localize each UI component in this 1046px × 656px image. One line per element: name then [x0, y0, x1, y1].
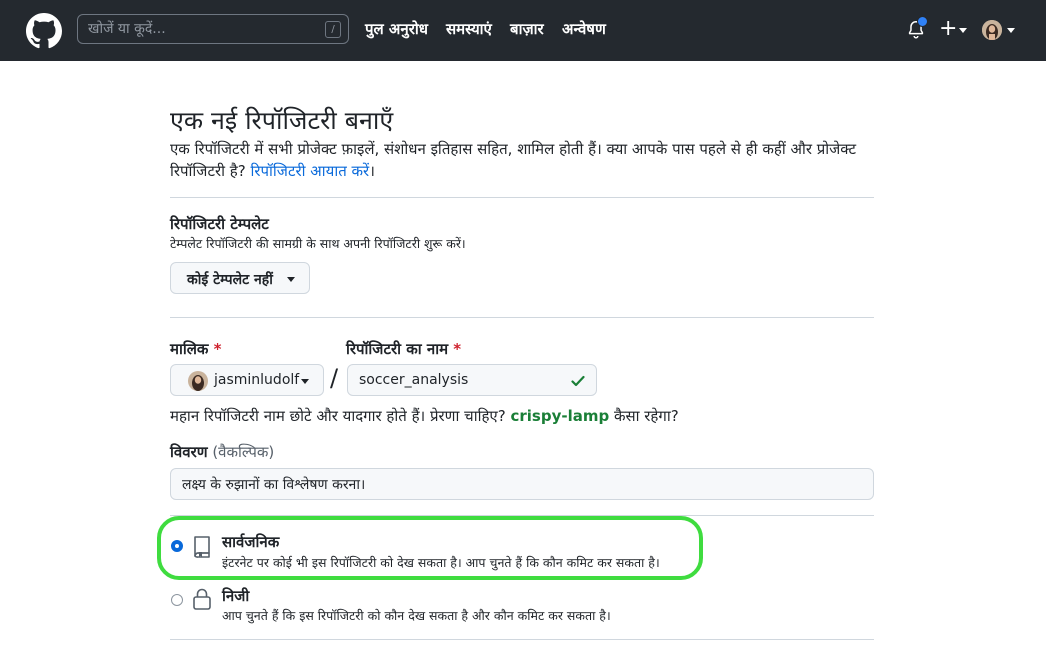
- suggestion-text: महान रिपॉजिटरी नाम छोटे और यादगार होते ह…: [170, 407, 506, 425]
- template-select-button[interactable]: कोई टेम्पलेट नहीं: [170, 262, 310, 294]
- description-input[interactable]: [182, 469, 862, 499]
- owner-select-button[interactable]: jasminludolf: [170, 364, 324, 396]
- user-menu-caret-icon[interactable]: [1007, 28, 1015, 33]
- page-title: एक नई रिपॉजिटरी बनाएँ: [170, 106, 394, 135]
- description-label-text: विवरण: [170, 443, 208, 461]
- owner-label-text: मालिक: [170, 340, 209, 358]
- create-new-caret-icon[interactable]: [959, 28, 967, 33]
- required-mark: *: [453, 340, 462, 358]
- private-description: आप चुनते हैं कि इस रिपॉजिटरी को कौन देख …: [222, 608, 611, 623]
- suggested-name-link[interactable]: crispy-lamp: [510, 407, 609, 425]
- nav-marketplace[interactable]: बाज़ार: [510, 19, 544, 39]
- visibility-private-radio[interactable]: [171, 594, 183, 606]
- private-title: निजी: [222, 587, 250, 605]
- divider: [170, 639, 874, 640]
- divider: [170, 317, 874, 318]
- owner-caret-icon: [301, 379, 309, 384]
- nav-pull-requests[interactable]: पुल अनुरोध: [365, 19, 428, 39]
- suggestion-end: कैसा रहेगा?: [613, 407, 679, 425]
- avatar-image-icon: [982, 20, 1002, 40]
- owner-label: मालिक *: [170, 339, 222, 359]
- owner-repo-separator: /: [330, 364, 339, 392]
- search-box[interactable]: /: [77, 14, 349, 44]
- repo-name-label: रिपॉजिटरी का नाम *: [346, 339, 461, 359]
- page-intro: एक रिपॉजिटरी में सभी प्रोजेक्ट फ़ाइलें, …: [170, 138, 890, 182]
- template-label: रिपॉजिटरी टेम्पलेट: [170, 215, 269, 233]
- optional-tag: (वैकल्पिक): [212, 443, 275, 461]
- import-repository-link[interactable]: रिपॉजिटरी आयात करें: [251, 162, 370, 180]
- nav-issues[interactable]: समस्याएं: [446, 19, 492, 39]
- owner-name: jasminludolf: [214, 372, 300, 388]
- divider: [170, 197, 874, 198]
- template-help-text: टेम्पलेट रिपॉजिटरी की सामग्री के साथ अपन…: [170, 236, 466, 251]
- required-mark: *: [213, 340, 222, 358]
- search-input[interactable]: [88, 20, 308, 38]
- nav-explore[interactable]: अन्वेषण: [562, 19, 606, 39]
- template-select-label: कोई टेम्पलेट नहीं: [187, 272, 273, 288]
- intro-end: ।: [369, 162, 375, 180]
- notification-indicator: [917, 16, 928, 27]
- github-logo-icon[interactable]: [26, 13, 62, 49]
- repo-name-input[interactable]: [359, 365, 559, 395]
- description-label: विवरण (वैकल्पिक): [170, 442, 274, 462]
- repo-name-field[interactable]: [347, 364, 597, 396]
- owner-avatar-icon: [188, 371, 208, 391]
- lock-icon: [193, 588, 211, 610]
- name-suggestion: महान रिपॉजिटरी नाम छोटे और यादगार होते ह…: [170, 406, 679, 426]
- user-avatar[interactable]: [982, 20, 1002, 40]
- description-field[interactable]: [170, 468, 874, 500]
- repo-name-label-text: रिपॉजिटरी का नाम: [346, 340, 449, 358]
- check-icon: [571, 375, 585, 387]
- search-shortcut-key: /: [325, 21, 341, 38]
- create-new-button[interactable]: +: [939, 15, 957, 43]
- public-option-highlight: [157, 516, 703, 580]
- top-header: / पुल अनुरोध समस्याएं बाज़ार अन्वेषण +: [0, 0, 1046, 61]
- template-caret-icon: [287, 277, 295, 282]
